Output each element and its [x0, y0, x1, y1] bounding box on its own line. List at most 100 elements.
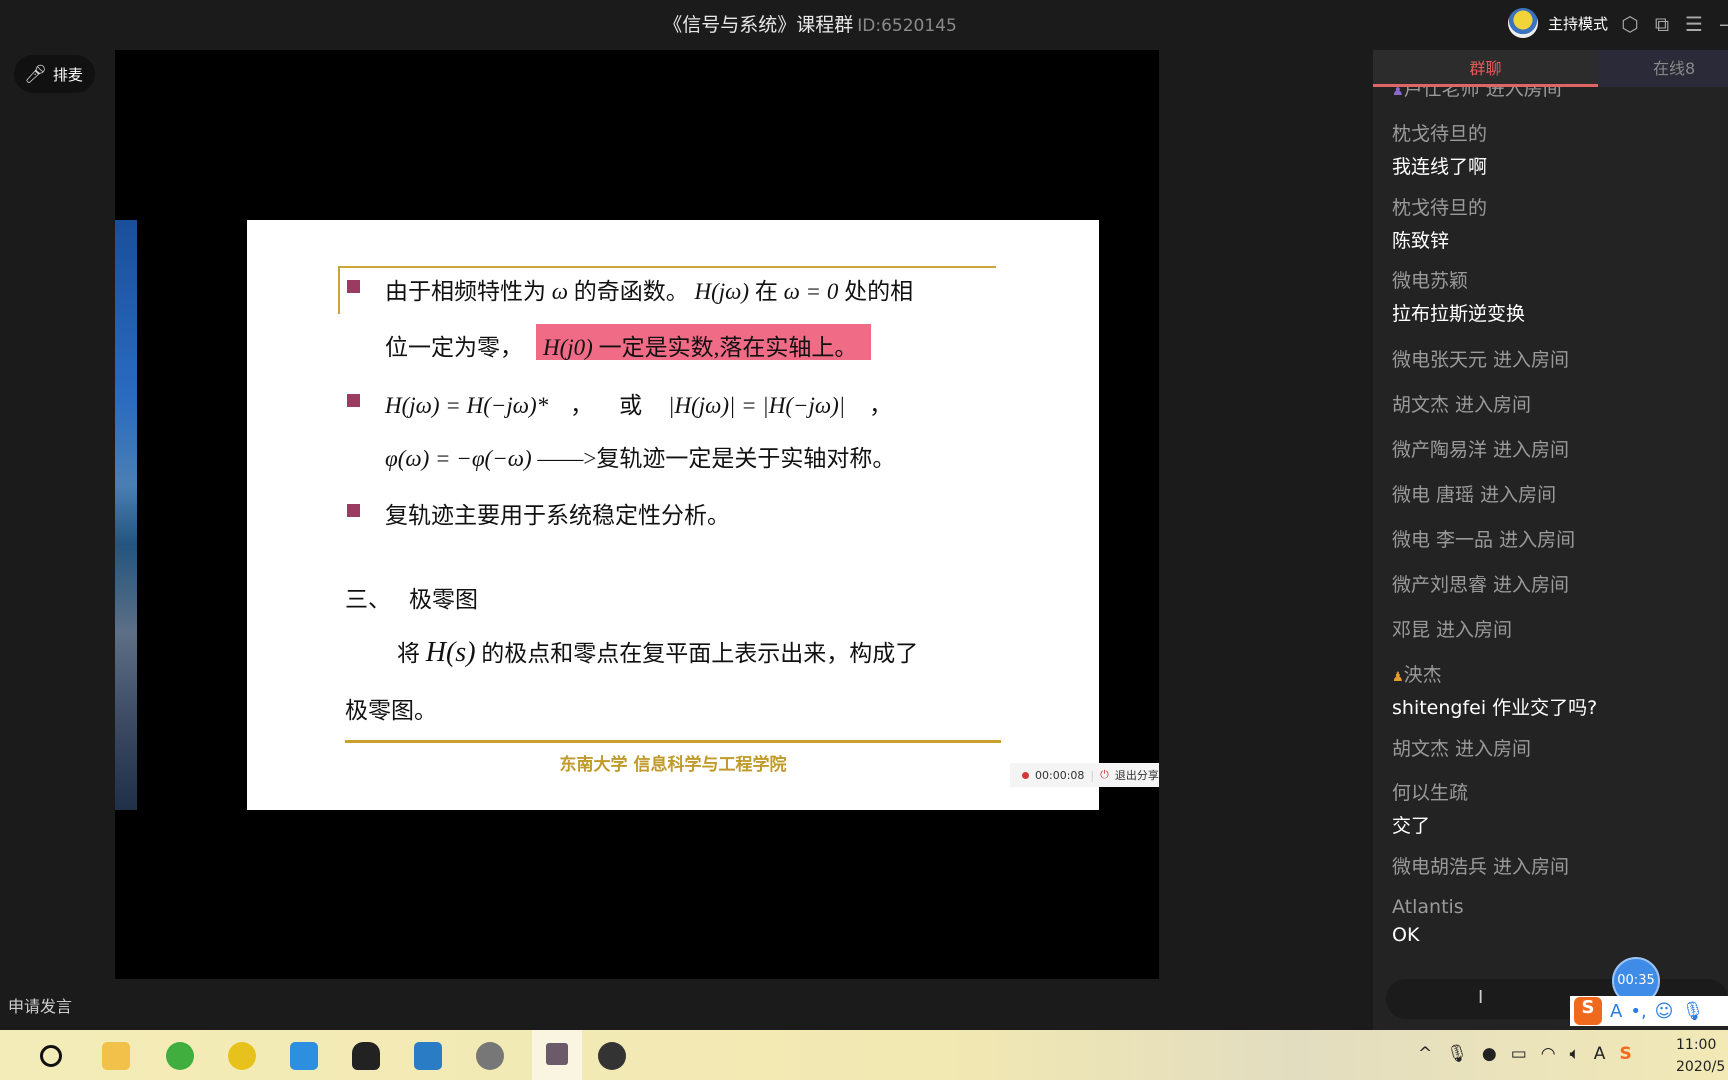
ime-toolbar[interactable]: S A •, ☺ 🎙︎: [1570, 996, 1728, 1026]
title-bar: 《信号与系统》课程群 ID:6520145 主持模式 ⬡ ⧉ ☰ –: [0, 0, 1728, 50]
chat-text: 交了: [1392, 815, 1431, 837]
chat-text: shitengfei 作业交了吗?: [1392, 697, 1598, 719]
record-dot-icon: [1022, 771, 1029, 779]
chat-sender: Atlantis: [1392, 896, 1464, 918]
chat-sender: 枕戈待旦的: [1392, 119, 1487, 146]
slide-line-3: H(jω) = H(−jω)*，或 |H(jω)| = |H(−jω)|，: [385, 393, 893, 418]
user-avatar[interactable]: [1508, 8, 1538, 38]
settings-icon[interactable]: ⬡: [1618, 12, 1642, 36]
wifi-icon[interactable]: ◠: [1541, 1044, 1556, 1064]
chat-sender: 微产陶易洋 进入房间: [1392, 435, 1569, 462]
host-mode-label[interactable]: 主持模式: [1548, 13, 1608, 34]
chat-sender: 微电 李一品 进入房间: [1392, 525, 1575, 552]
voice-icon[interactable]: 🎙︎: [1681, 1001, 1704, 1022]
chat-message: ♟泱杰 shitengfei 作业交了吗?: [1392, 660, 1597, 720]
chat-sender: 微电 唐瑶 进入房间: [1392, 480, 1556, 507]
system-tray: ^ 🎙︎ ● ▭ ◠ 🔈︎ A S: [1418, 1044, 1632, 1064]
sender-name: 微电 唐瑶 进入房间: [1392, 484, 1557, 506]
file-explorer-icon[interactable]: [102, 1042, 130, 1070]
chat-sender: 微电胡浩兵 进入房间: [1392, 852, 1569, 879]
chat-sender: 微产刘思睿 进入房间: [1392, 570, 1569, 597]
microphone-icon: 🎤︎: [24, 63, 47, 85]
volume-icon[interactable]: 🔈︎: [1570, 1044, 1580, 1064]
bullet-icon: [347, 504, 360, 517]
sender-name: 卢仕老师 进入房间: [1403, 87, 1562, 100]
qq-tray-icon[interactable]: ●: [1482, 1044, 1497, 1064]
cortana-icon[interactable]: [40, 1045, 62, 1067]
power-icon[interactable]: ⏻: [1100, 768, 1109, 782]
chat-text: 陈致锌: [1392, 230, 1450, 252]
slide-paragraph-end: 极零图。: [345, 698, 437, 723]
emoji-icon[interactable]: ☺: [1655, 1001, 1674, 1022]
chat-message: 微电胡浩兵 进入房间: [1392, 852, 1569, 879]
contacts-app-icon[interactable]: [290, 1042, 318, 1070]
window-app-icon[interactable]: [414, 1042, 442, 1070]
sender-name: Atlantis: [1392, 896, 1464, 918]
classroom-app-active[interactable]: [532, 1030, 582, 1080]
bullet-icon: [347, 280, 360, 293]
person-app-icon[interactable]: [476, 1042, 504, 1070]
chat-message: 微电张天元 进入房间: [1392, 345, 1569, 372]
sogou-icon[interactable]: S: [1574, 997, 1602, 1025]
chat-message: 枕戈待旦的 我连线了啊: [1392, 119, 1487, 179]
chat-message: 邓昆 进入房间: [1392, 615, 1512, 642]
chat-message: 微电苏颖拉布拉斯逆变换: [1392, 266, 1525, 326]
microphone-icon[interactable]: 🎙︎: [1446, 1044, 1468, 1064]
chat-message: 枕戈待旦的 陈致锌: [1392, 193, 1487, 253]
sogou-tray-icon[interactable]: S: [1619, 1044, 1631, 1064]
queue-label: 排麦: [52, 65, 83, 84]
slide-line-1: 由于相频特性为 ω 的奇函数。 H(jω) 在 ω = 0 处的相: [385, 279, 914, 304]
chat-sender: 微电苏颖: [1392, 266, 1525, 293]
recording-bar: 00:00:08 | ⏻ 退出分享: [1010, 763, 1159, 787]
slide-left-rule: [338, 266, 340, 314]
slide-line-5: 复轨迹主要用于系统稳定性分析。: [385, 503, 730, 528]
sender-name: 泱杰: [1403, 664, 1442, 686]
user-badge-icon: ♟: [1392, 87, 1404, 99]
security-app-icon[interactable]: [228, 1042, 256, 1070]
photos-app-icon[interactable]: [598, 1042, 626, 1070]
taskbar: ^ 🎙︎ ● ▭ ◠ 🔈︎ A S 11:00 2020/5: [0, 1030, 1728, 1080]
slide-line-2: 位一定为零， H(j0) 一定是实数,落在实轴上。: [385, 335, 858, 360]
ime-language-icon[interactable]: A: [1610, 1001, 1622, 1022]
chat-panel: 群聊 在线8 ♟卢仕老师 进入房间 枕戈待旦的 我连线了啊 枕戈待旦的 陈致锌 微电苏颖拉…: [1373, 50, 1728, 1030]
request-speak-button[interactable]: 申请发言: [8, 993, 72, 1017]
punctuation-icon[interactable]: •,: [1630, 1001, 1646, 1022]
slide-top-rule: [338, 266, 996, 268]
chevron-up-icon[interactable]: ^: [1418, 1044, 1432, 1064]
tab-group-chat[interactable]: 群聊: [1373, 50, 1598, 87]
sender-name: 微电 李一品 进入房间: [1392, 529, 1576, 551]
chat-text: OK: [1392, 924, 1420, 946]
chat-text: 拉布拉斯逆变换: [1392, 303, 1526, 325]
slide-paragraph: 将 H(s) 的极点和零点在复平面上表示出来，构成了: [397, 637, 919, 668]
sender-name: 邓昆 进入房间: [1392, 619, 1513, 641]
stop-share-button[interactable]: 退出分享: [1115, 767, 1159, 783]
ime-indicator-icon[interactable]: A: [1594, 1044, 1606, 1064]
window-title: 《信号与系统》课程群 ID:6520145: [0, 10, 1620, 37]
chat-message: ♟卢仕老师 进入房间: [1392, 87, 1562, 101]
menu-icon[interactable]: ☰: [1682, 12, 1706, 36]
slide-footer: 东南大学 信息科学与工程学院: [559, 755, 787, 775]
ie-browser-icon[interactable]: [166, 1042, 194, 1070]
qq-icon[interactable]: [352, 1042, 380, 1070]
clock[interactable]: 11:00 2020/5: [1676, 1034, 1725, 1078]
clock-time: 11:00: [1676, 1037, 1717, 1053]
sender-name: 胡文杰 进入房间: [1392, 394, 1532, 416]
chat-list[interactable]: ♟卢仕老师 进入房间 枕戈待旦的 我连线了啊 枕戈待旦的 陈致锌 微电苏颖 拉布拉斯逆变换微…: [1392, 87, 1728, 987]
external-link-icon[interactable]: ⧉: [1650, 12, 1674, 36]
sender-name: 胡文杰 进入房间: [1392, 738, 1532, 760]
chat-sender: ♟泱杰: [1392, 660, 1597, 687]
clock-date: 2020/5: [1676, 1059, 1726, 1075]
battery-icon[interactable]: ▭: [1511, 1044, 1527, 1064]
section-heading: 三、 极零图: [345, 587, 478, 612]
tab-online[interactable]: 在线8: [1598, 50, 1728, 87]
chat-message: 微产陶易洋 进入房间: [1392, 435, 1569, 462]
queue-mic-button[interactable]: 🎤︎ 排麦: [14, 55, 95, 93]
chat-message: 胡文杰 进入房间: [1392, 390, 1531, 417]
sender-name: 枕戈待旦的: [1392, 197, 1488, 219]
course-title: 《信号与系统》课程群: [663, 14, 854, 36]
slide-footer-rule: [345, 740, 1001, 743]
presentation-slide: 由于相频特性为 ω 的奇函数。 H(jω) 在 ω = 0 处的相 位一定为零，…: [247, 220, 1099, 810]
chat-sender: ♟卢仕老师 进入房间: [1392, 87, 1562, 101]
minimize-icon[interactable]: –: [1712, 12, 1728, 36]
sender-name: 微产刘思睿 进入房间: [1392, 574, 1570, 596]
